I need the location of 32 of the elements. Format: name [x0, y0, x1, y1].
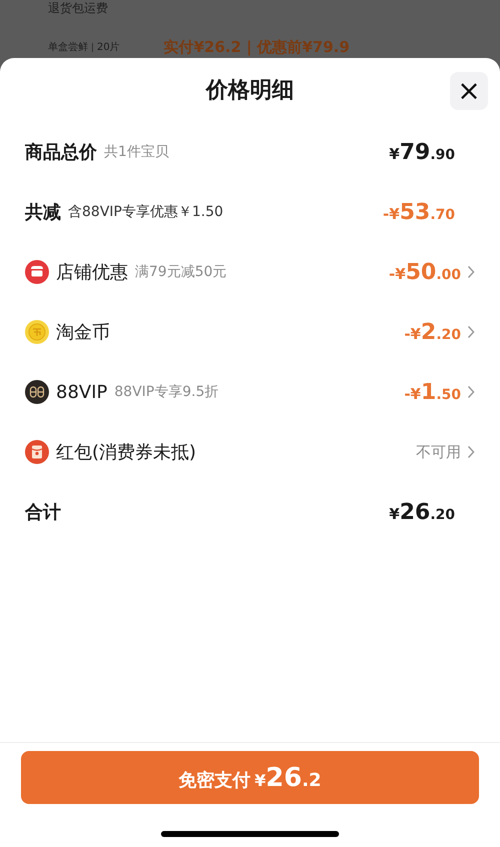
row-note: 含88VIP专享优惠￥1.50 — [68, 203, 224, 221]
amount-value: -¥2.20 — [404, 320, 461, 344]
status-text: 不可用 — [416, 442, 461, 462]
chevron-right-icon[interactable] — [467, 265, 475, 279]
row-note: 满79元减50元 — [135, 263, 227, 281]
sheet-title: 价格明细 — [206, 77, 294, 105]
amount-value: -¥1.50 — [404, 380, 461, 404]
shop-icon — [25, 260, 49, 284]
amount-value: -¥53.70 — [382, 200, 455, 224]
envelope-icon — [25, 440, 49, 464]
row-label: 红包(消费券未抵) — [56, 441, 196, 464]
row-label: 淘金币 — [56, 321, 110, 344]
amount-value: -¥50.00 — [388, 260, 461, 284]
amount-value: ¥26.20 — [389, 500, 455, 524]
variant-label: 单盒尝鲜 — [48, 40, 88, 54]
amount-value: ¥79.90 — [389, 140, 455, 164]
row-note: 共1件宝贝 — [104, 143, 169, 161]
row-label: 商品总价 — [25, 141, 97, 164]
row-label: 合计 — [25, 501, 61, 524]
close-button[interactable]: × — [450, 72, 488, 110]
row-label: 88VIP — [56, 382, 108, 402]
chevron-right-icon[interactable] — [467, 445, 475, 459]
price-summary: 实付¥26.2 | 优惠前¥79.9 — [164, 38, 350, 56]
row-note: 88VIP专享9.5折 — [114, 383, 219, 401]
quantity-label: 20片 — [97, 40, 120, 54]
row-label: 店铺优惠 — [56, 261, 128, 284]
chevron-right-icon[interactable] — [467, 385, 475, 399]
shipping-note: 退货包运费 — [48, 1, 109, 15]
chevron-right-icon[interactable] — [467, 325, 475, 339]
row-label: 共减 — [25, 201, 61, 224]
vip-badge-icon — [25, 380, 49, 404]
coin-icon — [25, 320, 49, 344]
